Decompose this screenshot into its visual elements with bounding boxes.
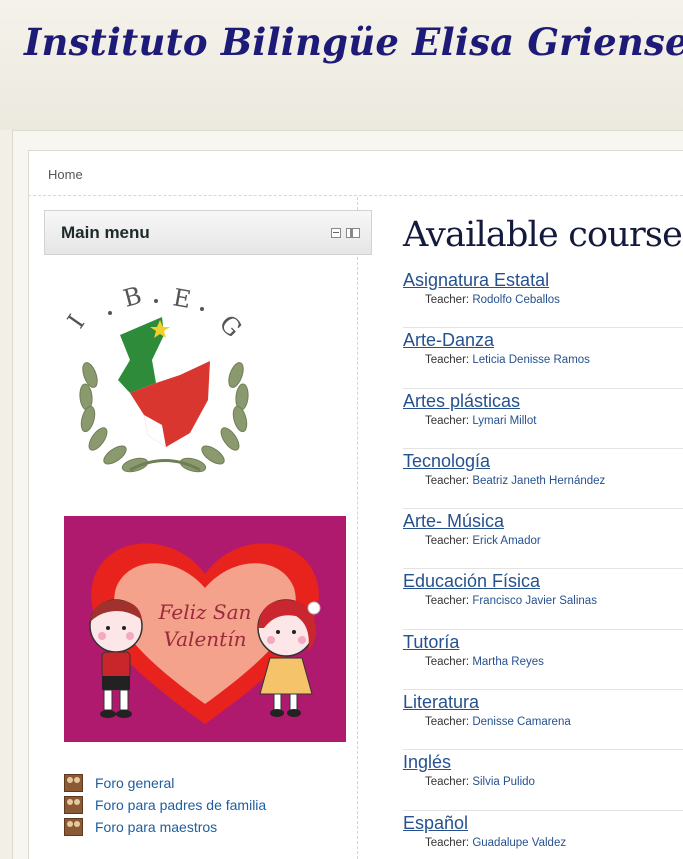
forum-item: Foro para padres de familia xyxy=(64,794,266,816)
teacher-link[interactable]: Guadalupe Valdez xyxy=(472,837,566,849)
course-item: Literatura Teacher: Denisse Camarena xyxy=(403,690,683,751)
course-item: Tecnología Teacher: Beatriz Janeth Herná… xyxy=(403,449,683,510)
course-item: Inglés Teacher: Silvia Pulido xyxy=(403,750,683,811)
teacher-label: Teacher: xyxy=(425,776,470,789)
course-link[interactable]: Español xyxy=(403,813,468,834)
teacher-label: Teacher: xyxy=(425,836,470,849)
site-title[interactable]: Instituto Bilingüe Elisa Griensen xyxy=(24,20,683,64)
available-courses-heading: Available courses xyxy=(403,215,683,255)
course-link[interactable]: Arte- Música xyxy=(403,511,504,532)
teacher-line: Teacher: Silvia Pulido xyxy=(425,776,535,788)
teacher-line: Teacher: Rodolfo Ceballos xyxy=(425,294,560,306)
teacher-label: Teacher: xyxy=(425,655,470,668)
forum-item: Foro general xyxy=(64,772,266,794)
teacher-link[interactable]: Denisse Camarena xyxy=(472,716,570,728)
teacher-label: Teacher: xyxy=(425,354,470,367)
course-item: Tutoría Teacher: Martha Reyes xyxy=(403,630,683,691)
teacher-label: Teacher: xyxy=(425,414,470,427)
course-item: Arte- Música Teacher: Erick Amador xyxy=(403,509,683,570)
teacher-label: Teacher: xyxy=(425,716,470,729)
forum-general-link[interactable]: Foro general xyxy=(95,775,174,791)
course-item: Español Teacher: Guadalupe Valdez xyxy=(403,811,683,859)
logo-letter-b: B xyxy=(120,281,144,313)
teacher-line: Teacher: Guadalupe Valdez xyxy=(425,837,566,849)
school-logo-graphic: I B E G xyxy=(62,281,249,473)
teacher-label: Teacher: xyxy=(425,595,470,608)
dock-block-icon[interactable] xyxy=(346,228,360,238)
logo-letter-i: I xyxy=(62,310,90,334)
forum-parents-link[interactable]: Foro para padres de familia xyxy=(95,797,266,813)
forum-icon xyxy=(64,818,83,836)
course-item: Artes plásticas Teacher: Lymari Millot xyxy=(403,389,683,449)
course-link[interactable]: Literatura xyxy=(403,692,479,713)
breadcrumb: Home xyxy=(28,150,683,196)
course-item: Asignatura Estatal Teacher: Rodolfo Ceba… xyxy=(403,268,683,329)
teacher-line: Teacher: Leticia Denisse Ramos xyxy=(425,354,590,366)
main-menu-block-header: Main menu xyxy=(44,210,372,255)
teacher-link[interactable]: Silvia Pulido xyxy=(472,776,535,788)
teacher-line: Teacher: Denisse Camarena xyxy=(425,716,571,728)
teacher-link[interactable]: Leticia Denisse Ramos xyxy=(472,354,590,366)
course-link[interactable]: Educación Física xyxy=(403,571,540,592)
teacher-link[interactable]: Erick Amador xyxy=(472,535,540,547)
teacher-line: Teacher: Martha Reyes xyxy=(425,656,544,668)
valentine-text-line1: Feliz San xyxy=(158,600,252,624)
course-link[interactable]: Tutoría xyxy=(403,632,459,653)
course-link[interactable]: Inglés xyxy=(403,752,451,773)
teacher-link[interactable]: Martha Reyes xyxy=(472,656,544,668)
site-header: Instituto Bilingüe Elisa Griensen xyxy=(0,0,683,130)
course-link[interactable]: Asignatura Estatal xyxy=(403,270,549,291)
teacher-line: Teacher: Lymari Millot xyxy=(425,415,536,427)
column-divider xyxy=(357,197,358,859)
course-link[interactable]: Artes plásticas xyxy=(403,391,520,412)
teacher-line: Teacher: Francisco Javier Salinas xyxy=(425,595,597,607)
course-link[interactable]: Arte-Danza xyxy=(403,330,494,351)
teacher-label: Teacher: xyxy=(425,294,470,306)
valentine-banner: Feliz San Valentín xyxy=(64,516,346,742)
collapse-block-icon[interactable] xyxy=(331,228,341,238)
teacher-link[interactable]: Rodolfo Ceballos xyxy=(472,294,560,306)
teacher-line: Teacher: Beatriz Janeth Hernández xyxy=(425,475,605,487)
forum-item: Foro para maestros xyxy=(64,816,266,838)
teacher-link[interactable]: Beatriz Janeth Hernández xyxy=(472,475,605,487)
teacher-label: Teacher: xyxy=(425,535,470,548)
forum-teachers-link[interactable]: Foro para maestros xyxy=(95,819,217,835)
teacher-link[interactable]: Francisco Javier Salinas xyxy=(472,595,597,607)
breadcrumb-home-link[interactable]: Home xyxy=(48,167,83,182)
course-list: Asignatura Estatal Teacher: Rodolfo Ceba… xyxy=(403,268,683,859)
logo-letter-e: E xyxy=(171,283,193,314)
valentine-graphic: Feliz San Valentín xyxy=(64,516,346,742)
course-item: Arte-Danza Teacher: Leticia Denisse Ramo… xyxy=(403,328,683,389)
course-link[interactable]: Tecnología xyxy=(403,451,490,472)
main-menu-title: Main menu xyxy=(61,223,150,242)
forum-icon xyxy=(64,796,83,814)
logo-letter-g: G xyxy=(214,309,247,342)
valentine-text-line2: Valentín xyxy=(164,627,247,651)
school-logo: I B E G xyxy=(60,265,270,485)
forum-list: Foro general Foro para padres de familia… xyxy=(64,772,266,838)
teacher-link[interactable]: Lymari Millot xyxy=(472,415,536,427)
teacher-label: Teacher: xyxy=(425,474,470,487)
forum-icon xyxy=(64,774,83,792)
course-item: Educación Física Teacher: Francisco Javi… xyxy=(403,569,683,630)
teacher-line: Teacher: Erick Amador xyxy=(425,535,541,547)
